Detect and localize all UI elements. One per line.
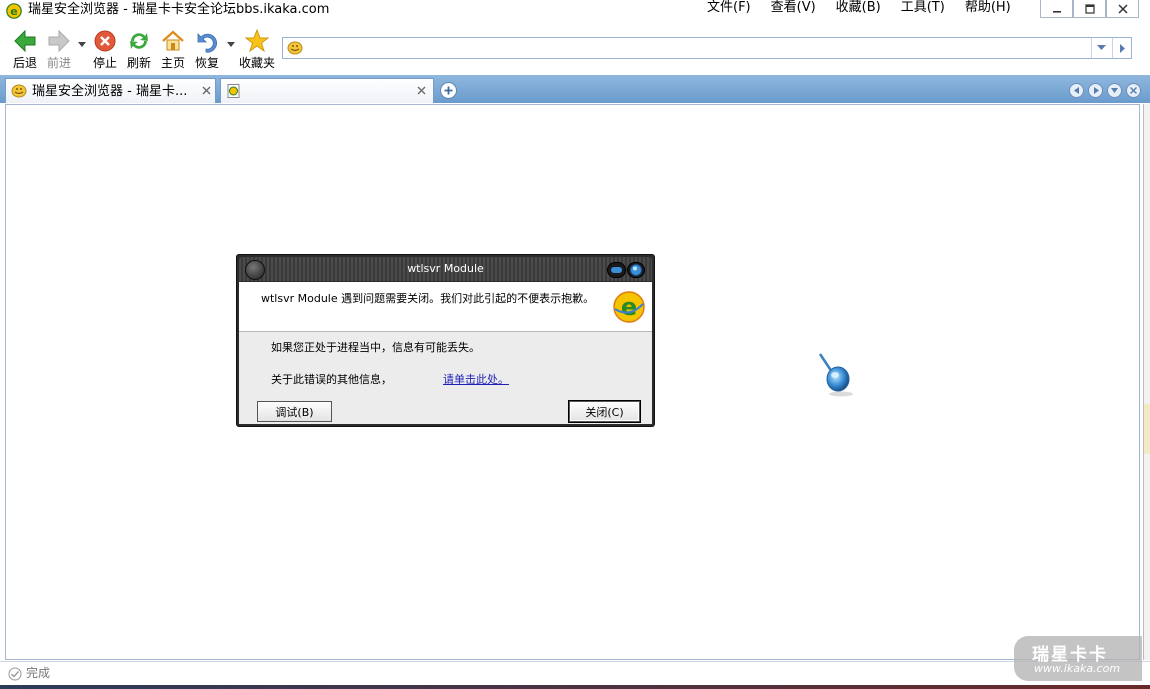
taskbar-edge	[0, 685, 1150, 689]
maximize-button[interactable]	[1073, 0, 1106, 18]
back-button[interactable]: 后退	[9, 28, 41, 70]
tab-close-button[interactable]	[199, 83, 213, 97]
chevron-right-icon	[1093, 87, 1099, 94]
tab-close-button[interactable]	[414, 83, 428, 97]
close-button[interactable]: 关闭(C)	[569, 401, 640, 422]
forward-dropdown-icon[interactable]	[78, 42, 86, 48]
restore-label: 恢复	[194, 56, 219, 70]
dialog-title: wtlsvr Module	[407, 262, 484, 275]
favorites-label: 收藏夹	[239, 56, 276, 70]
browser-logo-icon: e	[6, 3, 22, 19]
window-title: 瑞星安全浏览器 - 瑞星卡卡安全论坛bbs.ikaka.com	[28, 2, 330, 17]
chevron-right-icon	[1119, 43, 1125, 53]
stop-label: 停止	[92, 56, 117, 70]
forward-arrow-icon	[48, 29, 70, 53]
tab-title: 瑞星安全浏览器 - 瑞星卡...	[32, 84, 188, 99]
forward-label: 前进	[46, 56, 71, 70]
minimize-icon	[611, 267, 622, 273]
forward-button[interactable]: 前进	[43, 28, 75, 70]
menu-view[interactable]: 查看(V)	[771, 0, 816, 16]
back-label: 后退	[12, 56, 37, 70]
dialog-close-button[interactable]	[627, 262, 645, 278]
error-dialog: wtlsvr Module wtlsvr Module 遇到问题需要关闭。我们对…	[236, 254, 655, 427]
dialog-message: wtlsvr Module 遇到问题需要关闭。我们对此引起的不便表示抱歉。	[261, 292, 595, 305]
window-controls	[1040, 0, 1139, 18]
close-tab-bar-button[interactable]	[1126, 83, 1141, 98]
dialog-details-area: 如果您正处于进程当中，信息有可能丢失。 关于此错误的其他信息， 请单击此处。 调…	[239, 331, 652, 424]
close-icon	[417, 86, 425, 94]
menu-bar: 文件(F) 查看(V) 收藏(B) 工具(T) 帮助(H)	[707, 0, 1011, 16]
dialog-info-line: 如果您正处于进程当中，信息有可能丢失。	[271, 341, 480, 354]
dialog-more-info: 关于此错误的其他信息，	[271, 373, 392, 386]
refresh-button[interactable]: 刷新	[123, 28, 155, 70]
page-icon	[287, 41, 303, 55]
tab-forum[interactable]: 瑞星安全浏览器 - 瑞星卡...	[5, 78, 216, 103]
menu-file[interactable]: 文件(F)	[707, 0, 751, 16]
dialog-minimize-button[interactable]	[607, 262, 626, 278]
tab-scroll-left-button[interactable]	[1069, 83, 1084, 98]
dialog-message-area: wtlsvr Module 遇到问题需要关闭。我们对此引起的不便表示抱歉。 e	[239, 282, 652, 331]
home-button[interactable]: 主页	[157, 28, 189, 70]
plus-icon	[444, 86, 453, 95]
star-icon	[244, 28, 270, 53]
dialog-details-link[interactable]: 请单击此处。	[443, 373, 509, 387]
status-text: 完成	[26, 666, 51, 680]
tab-scroll-right-button[interactable]	[1088, 83, 1103, 98]
home-icon	[162, 30, 184, 51]
chevron-left-icon	[1073, 87, 1079, 94]
minimize-icon	[1052, 10, 1061, 13]
close-icon	[1130, 87, 1137, 94]
chevron-down-icon	[1111, 87, 1118, 93]
floating-pin-icon[interactable]	[818, 352, 858, 398]
address-bar	[282, 37, 1132, 59]
debug-button[interactable]: 调试(B)	[257, 401, 332, 422]
close-window-button[interactable]	[1106, 0, 1139, 18]
chevron-down-icon	[1097, 45, 1106, 50]
svg-text:e: e	[10, 5, 17, 18]
menu-tools[interactable]: 工具(T)	[901, 0, 945, 16]
side-panel-edge	[1143, 104, 1150, 660]
menu-favorites[interactable]: 收藏(B)	[836, 0, 881, 16]
page-icon	[227, 84, 240, 98]
address-dropdown-button[interactable]	[1091, 38, 1111, 58]
stop-button[interactable]: 停止	[89, 28, 121, 70]
minimize-button[interactable]	[1040, 0, 1073, 18]
smiley-icon	[11, 84, 27, 98]
status-done-icon	[8, 667, 22, 681]
close-orb-icon	[630, 264, 642, 276]
undo-icon	[197, 33, 217, 53]
tab-bar: 瑞星安全浏览器 - 瑞星卡...	[0, 75, 1150, 103]
browser-logo-icon: e	[613, 291, 645, 323]
close-icon	[202, 86, 210, 94]
status-bar: 完成	[0, 661, 1150, 685]
favorites-button[interactable]: 收藏夹	[239, 28, 276, 70]
close-icon	[1117, 3, 1128, 14]
address-input[interactable]	[307, 39, 1087, 57]
tab-blank[interactable]	[220, 78, 434, 103]
toolbar: 后退 前进 停止 刷新 主页 恢复 收藏夹	[0, 22, 1150, 74]
maximize-icon	[1084, 3, 1095, 14]
svg-text:e: e	[621, 293, 637, 321]
restore-dropdown-icon[interactable]	[227, 42, 235, 48]
watermark: 瑞星卡卡 www.ikaka.com	[1014, 636, 1142, 681]
menu-help[interactable]: 帮助(H)	[965, 0, 1011, 16]
go-button[interactable]	[1112, 38, 1132, 58]
back-arrow-icon	[14, 29, 36, 53]
new-tab-button[interactable]	[440, 82, 457, 99]
tab-list-button[interactable]	[1107, 83, 1122, 98]
side-panel-marker	[1144, 404, 1150, 454]
home-label: 主页	[160, 56, 185, 70]
refresh-label: 刷新	[126, 56, 151, 70]
refresh-icon	[130, 33, 148, 49]
watermark-url: www.ikaka.com	[1034, 662, 1121, 675]
stop-icon	[94, 30, 116, 52]
restore-button[interactable]: 恢复	[191, 28, 223, 70]
title-bar: e 瑞星安全浏览器 - 瑞星卡卡安全论坛bbs.ikaka.com 文件(F) …	[0, 0, 1150, 22]
dialog-title-bar[interactable]: wtlsvr Module	[239, 257, 652, 281]
